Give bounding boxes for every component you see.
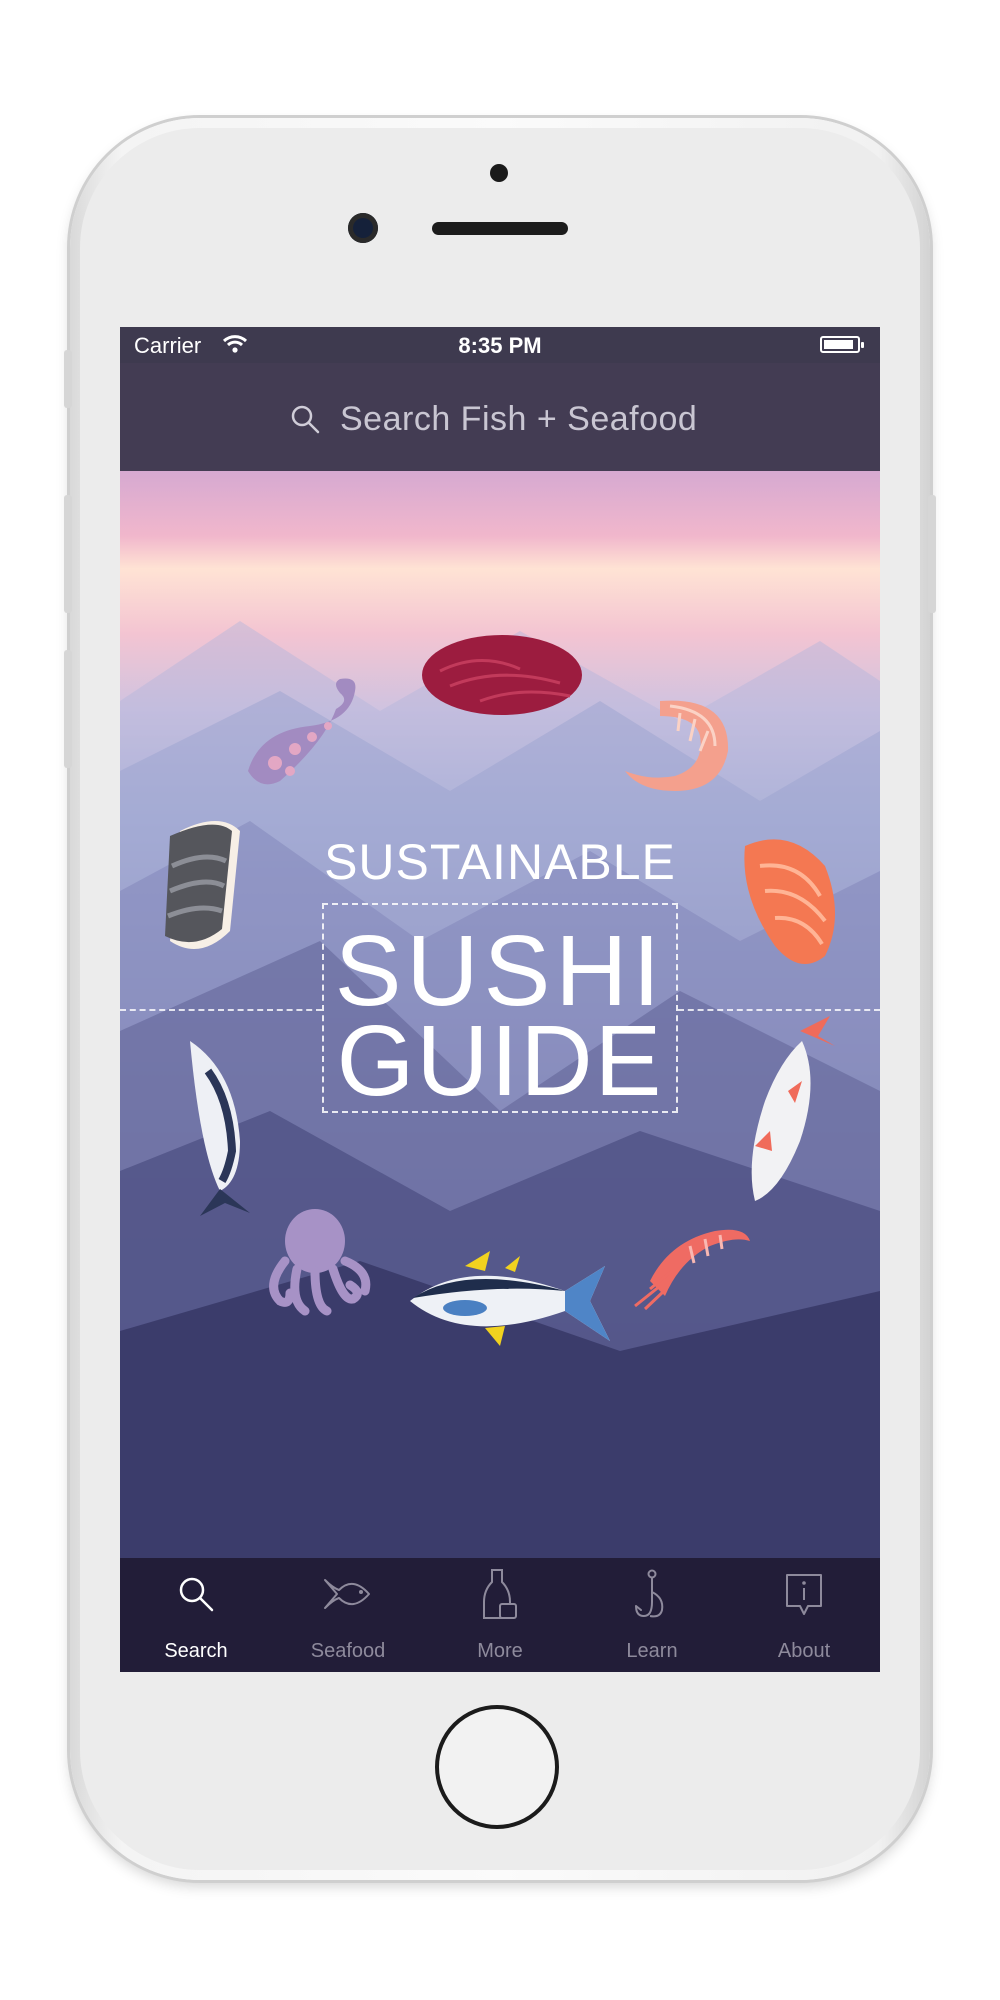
- search-icon: [179, 1577, 214, 1612]
- front-camera: [348, 213, 378, 243]
- tab-more-label: More: [477, 1640, 523, 1662]
- search-field[interactable]: Search Fish + Seafood: [290, 395, 697, 443]
- tuna-sashimi-icon: [422, 635, 582, 715]
- hook-icon: [635, 1569, 664, 1618]
- search-placeholder: Search Fish + Seafood: [340, 399, 698, 438]
- tab-learn-label: Learn: [626, 1640, 678, 1662]
- home-button[interactable]: [435, 1705, 559, 1829]
- proximity-sensor: [490, 164, 508, 182]
- tab-bar: Search Seafood More Learn About: [120, 1558, 880, 1672]
- tab-seafood-label: Seafood: [310, 1640, 386, 1662]
- octopus-tentacle-icon: [248, 678, 356, 785]
- hero-title-guide: GUIDE: [336, 1005, 664, 1117]
- tab-about[interactable]: About: [728, 1558, 880, 1672]
- sweet-shrimp-icon: [634, 1229, 750, 1311]
- volume-down-button: [64, 650, 72, 768]
- hero-banner: SUSTAINABLE SUSHI GUIDE: [120, 471, 880, 1558]
- yellowfin-tuna-icon: [410, 1251, 610, 1346]
- info-icon: [786, 1574, 822, 1615]
- search-icon: [291, 405, 320, 434]
- shrimp-icon: [625, 700, 729, 791]
- earpiece-speaker: [432, 222, 568, 235]
- tab-search-label: Search: [164, 1640, 228, 1662]
- tab-more[interactable]: More: [424, 1558, 576, 1672]
- mute-switch: [64, 350, 72, 408]
- tab-seafood[interactable]: Seafood: [272, 1558, 424, 1672]
- hero-title-sustainable: SUSTAINABLE: [324, 834, 676, 890]
- nav-bar: Search Fish + Seafood: [120, 363, 880, 471]
- battery-icon: [820, 336, 864, 353]
- octopus-icon: [269, 1209, 371, 1316]
- sake-icon: [483, 1569, 517, 1619]
- volume-up-button: [64, 495, 72, 613]
- status-time: 8:35 PM: [458, 333, 542, 358]
- tab-learn[interactable]: Learn: [576, 1558, 728, 1672]
- tab-search[interactable]: Search: [120, 1558, 272, 1672]
- power-button: [928, 495, 936, 613]
- tab-about-label: About: [777, 1640, 831, 1662]
- app-screen: Carrier 8:35 PM Search Fish + Seafood SU…: [120, 327, 880, 1672]
- fish-icon: [324, 1579, 370, 1609]
- status-bar: Carrier 8:35 PM: [120, 327, 880, 363]
